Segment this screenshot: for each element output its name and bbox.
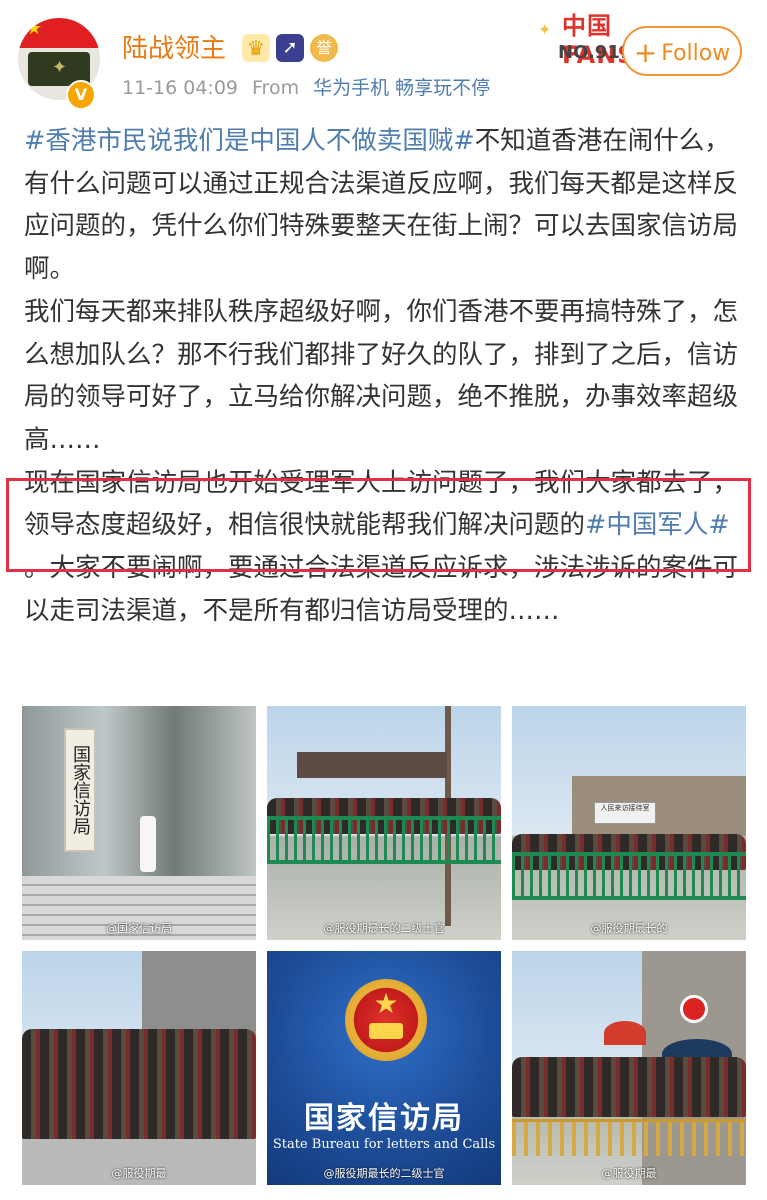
star-icon: ✦ [538,20,552,39]
medal-icon[interactable]: 誉 [310,34,338,62]
no-entry-sign-icon [680,995,708,1023]
bureau-title-cn: 国家信访局 [304,1101,464,1136]
photo-bureau-entrance[interactable]: 国家信访局 @国家信访局 [22,706,256,940]
green-fence [267,816,501,864]
plus-icon: + [633,36,658,69]
notice-sign: 人民来访接待室 [594,802,656,824]
verified-badge-icon: V [66,80,96,110]
photo-watermark: @服役期最长的二级士官 [323,922,445,935]
guard-figure [140,816,156,872]
photo-umbrella-queue[interactable]: @服役期最 [512,951,746,1185]
crowd [22,1029,256,1139]
green-fence [512,852,746,900]
follow-button-label: Follow [661,41,731,66]
rocket-icon[interactable]: ➚ [276,34,304,62]
photo-watermark: @国家信访局 [106,922,172,935]
paragraph-2: 我们每天都来排队秩序超级好啊，你们香港不要再搞特殊了，怎么想加队么？那不行我们都… [24,291,750,462]
post-meta: 11-16 04:09 From 华为手机 畅享玩不停 [122,76,496,100]
photo-watermark: @服役期最 [601,1167,657,1180]
photo-queue-wall[interactable]: 人民来访接待室 @服役期最长的 [512,706,746,940]
gate-roof [297,752,447,778]
highlight-box [6,478,751,572]
bureau-title-en: State Bureau for letters and Calls [272,1137,496,1152]
china-flag-icon: ★ [18,18,100,48]
photo-crowd-street[interactable]: @服役期最 [22,951,256,1185]
hashtag-link[interactable]: #香港市民说我们是中国人不做卖国贼# [24,126,475,156]
national-emblem-icon: ★ [345,979,427,1061]
timestamp: 11-16 04:09 [122,77,239,99]
paragraph-1: #香港市民说我们是中国人不做卖国贼#不知道香港在闹什么，有什么问题可以通过正规合… [24,120,750,291]
photo-bureau-emblem[interactable]: ★ 国家信访局 State Bureau for letters and Cal… [267,951,501,1185]
photo-watermark: @服役期最 [111,1167,167,1180]
building [142,951,256,1041]
photo-watermark: @服役期最长的二级士官 [323,1167,445,1180]
follow-button[interactable]: + Follow [622,26,742,76]
username[interactable]: 陆战领主 [122,34,226,64]
source-prefix: From [252,77,300,99]
paragraph-text: 我们每天都来排队秩序超级好啊，你们香港不要再搞特殊了，怎么想加队么？那不行我们都… [24,296,739,455]
photo-queue-gate[interactable]: @服役期最长的二级士官 [267,706,501,940]
post-header: ★ ✦ V 陆战领主 ♛ ➚ 誉 11-16 04:09 From 华为手机 畅享玩… [0,0,767,112]
crown-icon[interactable]: ♛ [242,34,270,62]
photo-watermark: @服役期最长的 [590,922,668,935]
source-link[interactable]: 华为手机 畅享玩不停 [313,77,490,99]
crowd [512,1057,746,1117]
bureau-sign: 国家信访局 [64,728,96,852]
umbrella-icon [604,1021,646,1045]
gold-fence [512,1119,746,1156]
